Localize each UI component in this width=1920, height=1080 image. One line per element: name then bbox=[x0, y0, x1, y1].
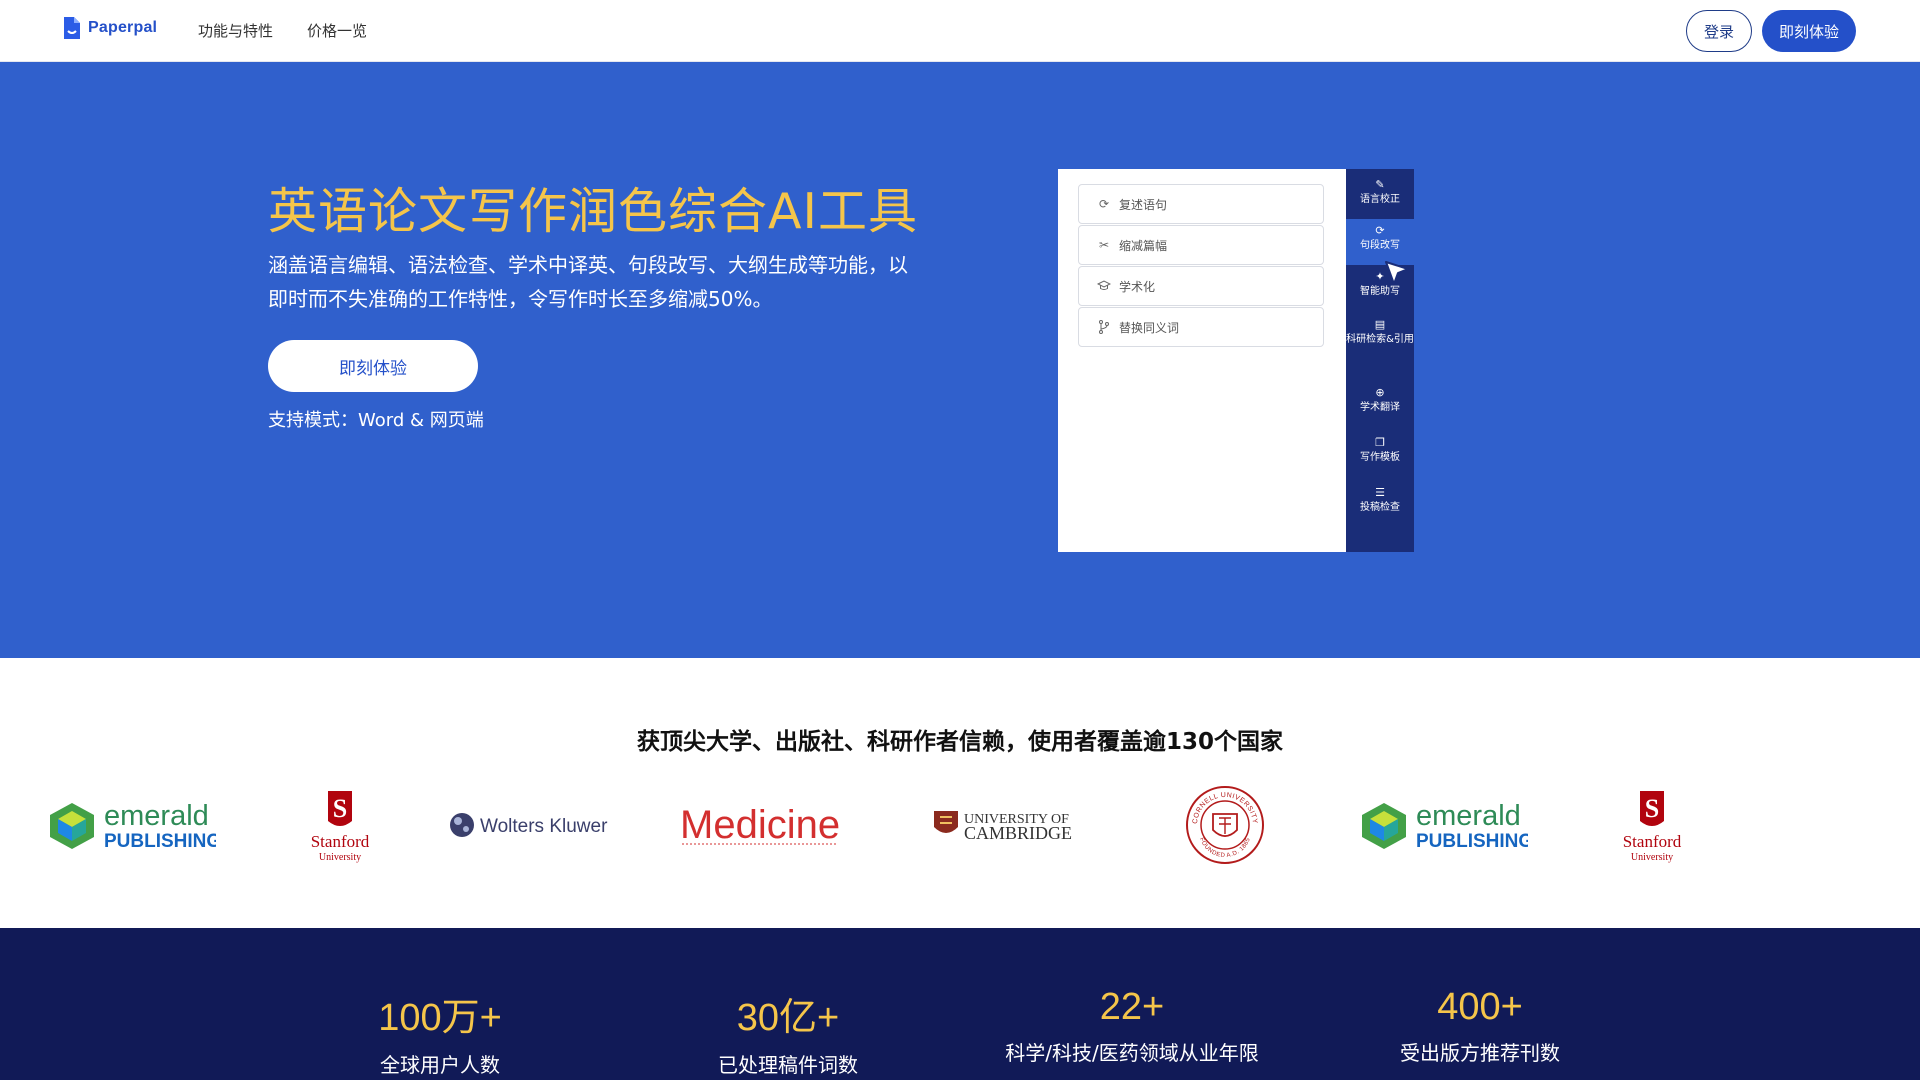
university-of-cambridge-logo: UNIVERSITY OF CAMBRIDGE bbox=[932, 782, 1078, 868]
refresh-icon: ⟳ bbox=[1375, 224, 1385, 237]
stat-value: 30亿+ bbox=[736, 997, 840, 1039]
scissors-icon: ✂ bbox=[1098, 238, 1110, 252]
sidebar-item-research-citation[interactable]: ▤ 科研检索&引用 bbox=[1346, 319, 1414, 371]
paperpal-logo-icon bbox=[62, 16, 82, 40]
pointer-cursor-icon bbox=[1382, 259, 1412, 293]
copy-icon: ❐ bbox=[1375, 436, 1385, 449]
sidebar-item-label: 写作模板 bbox=[1360, 452, 1400, 463]
stat-recommended-journals: 400+ 受出版方推荐刊数 bbox=[1310, 986, 1650, 1066]
stat-years-experience: 22+ 科学/科技/医药领域从业年限 bbox=[962, 986, 1302, 1066]
brand-text: Wolters Kluwer bbox=[480, 816, 608, 837]
paperpal-logo[interactable]: Paperpal bbox=[62, 16, 157, 40]
login-button[interactable]: 登录 bbox=[1686, 10, 1752, 52]
books-icon: ▤ bbox=[1374, 318, 1386, 331]
sidebar-item-label: 句段改写 bbox=[1360, 240, 1400, 251]
option-shorten[interactable]: ✂ 缩减篇幅 bbox=[1078, 225, 1324, 265]
branch-icon bbox=[1097, 320, 1111, 334]
emerald-publishing-logo: emerald PUBLISHING bbox=[46, 782, 216, 868]
pen-icon: ✎ bbox=[1375, 178, 1385, 191]
hero-title: 英语论文写作润色综合AI工具 bbox=[268, 183, 918, 240]
option-paraphrase[interactable]: ⟳ 复述语句 bbox=[1078, 184, 1324, 224]
checklist-icon: ☰ bbox=[1375, 486, 1385, 499]
sidebar-item-label: 语言校正 bbox=[1360, 194, 1400, 205]
sidebar-item-templates[interactable]: ❐ 写作模板 bbox=[1346, 437, 1414, 477]
hero-description: 涵盖语言编辑、语法检查、学术中译英、句段改写、大纲生成等功能，以即时而不失准确的… bbox=[268, 253, 908, 311]
stat-value: 100万+ bbox=[378, 997, 502, 1039]
try-now-header-button[interactable]: 即刻体验 bbox=[1762, 10, 1856, 52]
main-nav: 功能与特性 价格一览 bbox=[198, 20, 367, 41]
partner-logos: emerald PUBLISHING S Stanford University… bbox=[0, 782, 1920, 868]
site-header: Paperpal 功能与特性 价格一览 登录 即刻体验 bbox=[0, 0, 1920, 62]
brand-subtext: CAMBRIDGE bbox=[964, 823, 1072, 843]
stat-label: 已处理稿件词数 bbox=[718, 1053, 858, 1077]
stat-words-processed: 30亿+ 已处理稿件词数 bbox=[618, 986, 958, 1078]
sidebar-item-label: 科研检索&引用 bbox=[1346, 334, 1414, 345]
stat-value: 22+ bbox=[1099, 986, 1165, 1028]
option-label: 缩减篇幅 bbox=[1119, 238, 1168, 253]
stat-value: 400+ bbox=[1437, 986, 1523, 1028]
stats-section: 100万+ 全球用户人数 30亿+ 已处理稿件词数 22+ 科学/科技/医药领域… bbox=[0, 928, 1920, 1080]
sidebar-item-label: 投稿检查 bbox=[1360, 502, 1400, 513]
brand-text: Stanford bbox=[1623, 832, 1682, 851]
sidebar-item-label: 学术翻译 bbox=[1360, 402, 1400, 413]
nav-features[interactable]: 功能与特性 bbox=[198, 20, 273, 41]
brand-subtext: PUBLISHING bbox=[1416, 831, 1528, 852]
brand-subtext: PUBLISHING bbox=[104, 831, 216, 852]
logo-text: Paperpal bbox=[88, 19, 158, 36]
refresh-icon: ⟳ bbox=[1098, 197, 1110, 211]
cornell-university-seal: CORNELL UNIVERSITY FOUNDED A.D. 1865 bbox=[1184, 782, 1266, 868]
brand-text: Stanford bbox=[311, 832, 370, 851]
option-synonyms[interactable]: 替换同义词 bbox=[1078, 307, 1324, 347]
rewrite-options-panel: ⟳ 复述语句 ✂ 缩减篇幅 学术化 替换同义词 bbox=[1058, 169, 1346, 552]
nav-pricing[interactable]: 价格一览 bbox=[307, 20, 367, 41]
emerald-publishing-logo: emerald PUBLISHING bbox=[1358, 782, 1528, 868]
brand-subtext: University bbox=[319, 852, 361, 863]
stat-label: 全球用户人数 bbox=[380, 1053, 500, 1077]
graduation-cap-icon bbox=[1097, 279, 1111, 293]
brand-text: emerald bbox=[104, 800, 209, 832]
option-label: 学术化 bbox=[1119, 279, 1156, 294]
globe-icon: ⊕ bbox=[1375, 386, 1385, 399]
option-label: 替换同义词 bbox=[1119, 320, 1180, 335]
brand-text: emerald bbox=[1416, 800, 1521, 832]
stanford-logo: S Stanford University bbox=[1612, 782, 1692, 868]
stanford-logo: S Stanford University bbox=[300, 782, 380, 868]
brand-subtext: University bbox=[1631, 852, 1673, 863]
brand-text: Medicine bbox=[680, 803, 840, 847]
hero-section: 英语论文写作润色综合AI工具 涵盖语言编辑、语法检查、学术中译英、句段改写、大纲… bbox=[0, 62, 1920, 658]
option-label: 复述语句 bbox=[1119, 197, 1168, 212]
stat-users: 100万+ 全球用户人数 bbox=[270, 986, 610, 1078]
medicine-journal-logo: Medicine bbox=[678, 782, 842, 868]
sidebar-item-translation[interactable]: ⊕ 学术翻译 bbox=[1346, 387, 1414, 427]
trust-heading: 获顶尖大学、出版社、科研作者信赖，使用者覆盖逾130个国家 bbox=[636, 729, 1283, 755]
stat-label: 科学/科技/医药领域从业年限 bbox=[1005, 1041, 1259, 1065]
product-mockup: ⟳ 复述语句 ✂ 缩减篇幅 学术化 替换同义词 ✎ 语言校正 ⟳ 句段改写 ✦ … bbox=[1058, 169, 1414, 552]
supported-platforms: 支持模式：Word & 网页端 bbox=[268, 410, 484, 431]
wolters-kluwer-logo: Wolters Kluwer bbox=[448, 782, 608, 868]
feature-sidebar: ✎ 语言校正 ⟳ 句段改写 ✦ 智能助写 ▤ 科研检索&引用 ⊕ 学术翻译 ❐ … bbox=[1346, 169, 1414, 552]
option-academic[interactable]: 学术化 bbox=[1078, 266, 1324, 306]
sidebar-item-language-correction[interactable]: ✎ 语言校正 bbox=[1346, 175, 1414, 219]
svg-text:S: S bbox=[333, 794, 347, 823]
sidebar-item-submission-check[interactable]: ☰ 投稿检查 bbox=[1346, 487, 1414, 527]
stat-label: 受出版方推荐刊数 bbox=[1400, 1041, 1560, 1065]
try-now-hero-button[interactable]: 即刻体验 bbox=[268, 340, 478, 392]
svg-text:S: S bbox=[1645, 794, 1659, 823]
